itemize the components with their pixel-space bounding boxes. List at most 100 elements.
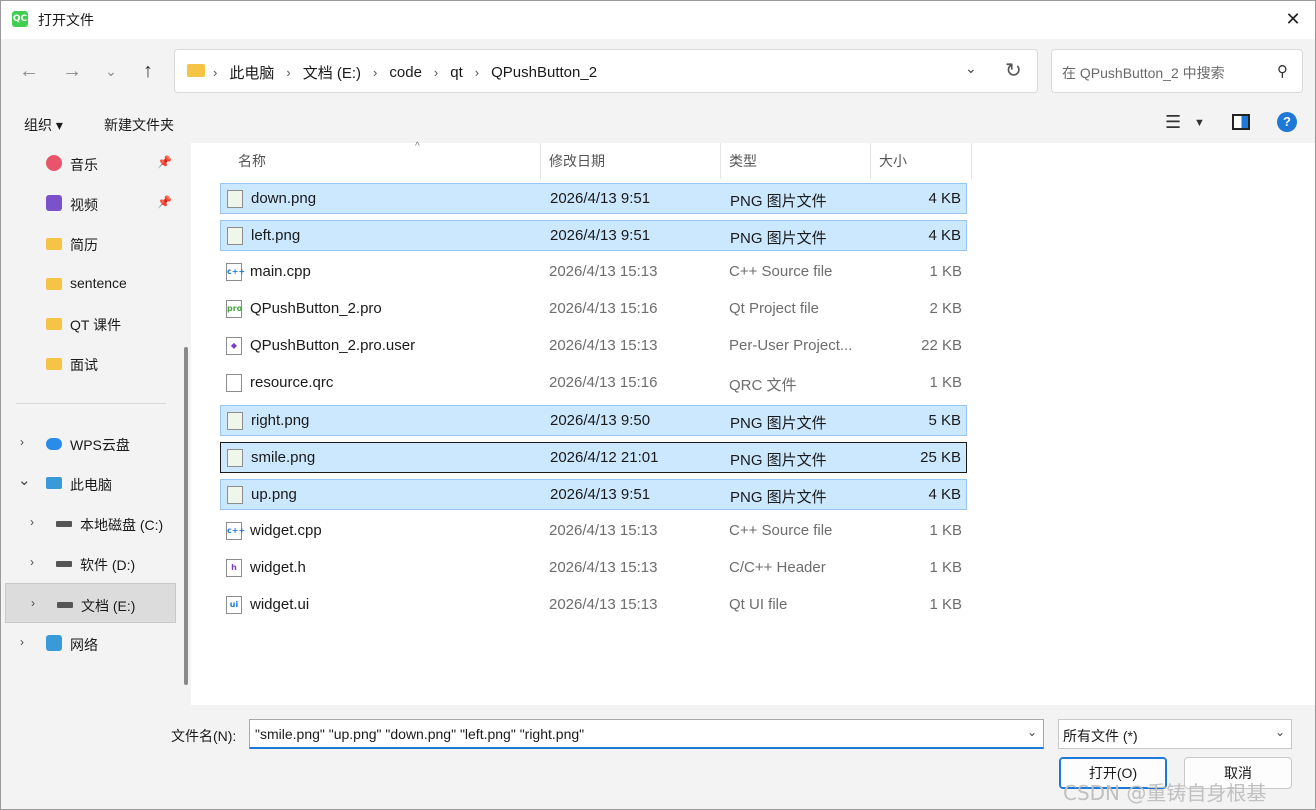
file-row[interactable]: c++ main.cpp 2026/4/13 15:13 C++ Source fil… <box>220 257 967 288</box>
chevron-down-icon[interactable]: ⌄ <box>18 471 31 489</box>
column-header-date[interactable]: 修改日期 <box>541 143 721 179</box>
file-type: C++ Source file <box>729 263 833 280</box>
file-type: PNG 图片文件 <box>730 489 827 506</box>
sidebar-item-qt-course[interactable]: QT 课件 <box>1 305 176 341</box>
view-menu-chevron-icon[interactable]: ▼ <box>1194 117 1205 129</box>
file-row[interactable]: right.png 2026/4/13 9:50 PNG 图片文件 5 KB <box>220 405 967 436</box>
file-date: 2026/4/13 9:50 <box>550 412 651 429</box>
file-row[interactable]: pro QPushButton_2.pro 2026/4/13 15:16 Qt Pr… <box>220 294 967 325</box>
file-type: PNG 图片文件 <box>730 452 827 469</box>
sidebar-item-label: 视频 <box>70 197 98 213</box>
sidebar-item-label: 本地磁盘 (C:) <box>80 517 164 533</box>
file-row[interactable]: smile.png 2026/4/12 21:01 PNG 图片文件 25 KB <box>220 442 967 473</box>
sidebar-item-drive-d[interactable]: › 软件 (D:) <box>1 545 176 581</box>
chevron-right-icon[interactable]: › <box>30 555 34 569</box>
chevron-right-icon[interactable]: › <box>20 435 24 449</box>
file-row[interactable]: up.png 2026/4/13 9:51 PNG 图片文件 4 KB <box>220 479 967 510</box>
file-name: QPushButton_2.pro <box>250 300 382 317</box>
file-size: 4 KB <box>928 227 961 244</box>
chevron-down-icon: ⌄ <box>965 60 977 76</box>
chevron-right-icon[interactable]: › <box>30 515 34 529</box>
column-header-type[interactable]: 类型 <box>721 143 871 179</box>
png-file-icon <box>227 449 243 467</box>
file-row[interactable]: h widget.h 2026/4/13 15:13 C/C++ Header 1 KB <box>220 553 967 584</box>
sidebar-item-label: WPS云盘 <box>70 437 130 453</box>
organize-button[interactable]: 组织 ▾ <box>24 115 63 135</box>
column-header-label: 修改日期 <box>549 153 605 169</box>
breadcrumb-item[interactable]: QPushButton_2 <box>491 64 597 81</box>
column-header-name[interactable]: ^ 名称 <box>230 141 541 179</box>
breadcrumb-item[interactable]: qt <box>450 64 463 81</box>
file-row[interactable]: ◆ QPushButton_2.pro.user 2026/4/13 15:13 Pe… <box>220 331 967 362</box>
file-type-select[interactable]: 所有文件 (*) ⌄ <box>1058 719 1292 749</box>
sidebar-item-interview[interactable]: 面试 <box>1 345 176 381</box>
file-name: widget.cpp <box>250 522 322 539</box>
file-name: left.png <box>251 227 301 244</box>
music-icon <box>46 155 62 171</box>
preview-pane-icon[interactable] <box>1232 114 1250 130</box>
file-date: 2026/4/13 15:13 <box>549 263 658 280</box>
sidebar-item-video[interactable]: 视频 📌 <box>1 185 176 221</box>
close-button[interactable]: ✕ <box>1281 7 1305 31</box>
file-row[interactable]: ui widget.ui 2026/4/13 15:13 Qt UI file 1 KB <box>220 590 967 621</box>
recent-locations-button[interactable]: ⌄ <box>97 57 125 85</box>
file-name: widget.ui <box>250 596 310 613</box>
qrc-file-icon <box>226 374 242 392</box>
sidebar-item-this-pc[interactable]: ⌄ 此电脑 <box>1 465 176 501</box>
file-type: PNG 图片文件 <box>730 193 827 210</box>
file-row[interactable]: left.png 2026/4/13 9:51 PNG 图片文件 4 KB <box>220 220 967 251</box>
chevron-right-icon[interactable]: › <box>20 635 24 649</box>
chevron-right-icon: › <box>213 65 218 80</box>
back-button[interactable]: ← <box>15 57 43 85</box>
file-name: down.png <box>251 190 317 207</box>
sidebar-item-label: 音乐 <box>70 157 98 173</box>
up-button[interactable]: ↑ <box>134 57 162 85</box>
sidebar-item-sentence[interactable]: sentence <box>1 265 176 301</box>
ui-file-icon: ui <box>226 596 242 614</box>
file-row[interactable]: resource.qrc 2026/4/13 15:16 QRC 文件 1 KB <box>220 368 967 399</box>
pin-icon[interactable]: 📌 <box>157 155 172 169</box>
address-bar[interactable]: › 此电脑 › 文档 (E:) › code › qt › QPushButto… <box>174 49 1038 93</box>
cpp-file-icon: c++ <box>226 522 245 540</box>
file-date: 2026/4/13 15:13 <box>549 559 658 576</box>
breadcrumb-item[interactable]: code <box>389 64 422 81</box>
address-history-button[interactable]: ⌄ <box>965 60 977 77</box>
pin-icon[interactable]: 📌 <box>157 195 172 209</box>
breadcrumb-item[interactable]: 文档 (E:) <box>303 62 361 83</box>
file-row[interactable]: c++ widget.cpp 2026/4/13 15:13 C++ Source f… <box>220 516 967 547</box>
breadcrumb-item[interactable]: 此电脑 <box>229 62 274 83</box>
search-box[interactable]: 在 QPushButton_2 中搜索 ⚲ <box>1051 49 1303 93</box>
arrow-right-icon: → <box>62 60 82 82</box>
file-date: 2026/4/13 15:16 <box>549 374 658 391</box>
view-options-icon[interactable]: ☰ <box>1165 112 1181 133</box>
refresh-button[interactable]: ↻ <box>1005 58 1022 83</box>
forward-button[interactable]: → <box>58 57 86 85</box>
column-header-size[interactable]: 大小 <box>871 143 972 179</box>
filename-input[interactable]: "smile.png" "up.png" "down.png" "left.pn… <box>249 719 1044 749</box>
folder-icon <box>46 318 62 330</box>
chevron-right-icon[interactable]: › <box>31 596 35 610</box>
chevron-right-icon: › <box>373 65 378 80</box>
sidebar-item-network[interactable]: › 网络 <box>1 625 176 661</box>
file-size: 2 KB <box>929 300 962 317</box>
new-folder-button[interactable]: 新建文件夹 <box>104 115 174 135</box>
title-bar: QC 打开文件 ✕ <box>1 1 1315 39</box>
sidebar-item-wps-cloud[interactable]: › WPS云盘 <box>1 425 176 461</box>
sort-up-icon: ^ <box>415 141 420 152</box>
sidebar-item-resume[interactable]: 简历 <box>1 225 176 261</box>
help-icon[interactable]: ? <box>1277 112 1297 132</box>
file-row[interactable]: down.png 2026/4/13 9:51 PNG 图片文件 4 KB <box>220 183 967 214</box>
file-size: 25 KB <box>920 449 961 466</box>
sidebar-scrollbar[interactable] <box>184 347 188 685</box>
sidebar-item-drive-e[interactable]: › 文档 (E:) <box>5 583 176 623</box>
file-type: Qt UI file <box>729 596 788 613</box>
arrow-up-icon: ↑ <box>143 60 153 82</box>
video-icon <box>46 195 62 211</box>
chevron-down-icon[interactable]: ⌄ <box>1027 725 1037 739</box>
sidebar-item-drive-c[interactable]: › 本地磁盘 (C:) <box>1 505 176 541</box>
cloud-icon <box>46 438 62 450</box>
sidebar-item-music[interactable]: 音乐 📌 <box>1 145 176 181</box>
dialog-footer: 文件名(N): "smile.png" "up.png" "down.png" … <box>1 705 1315 809</box>
cpp-file-icon: c++ <box>226 263 245 281</box>
search-input[interactable]: 在 QPushButton_2 中搜索 <box>1062 63 1225 83</box>
